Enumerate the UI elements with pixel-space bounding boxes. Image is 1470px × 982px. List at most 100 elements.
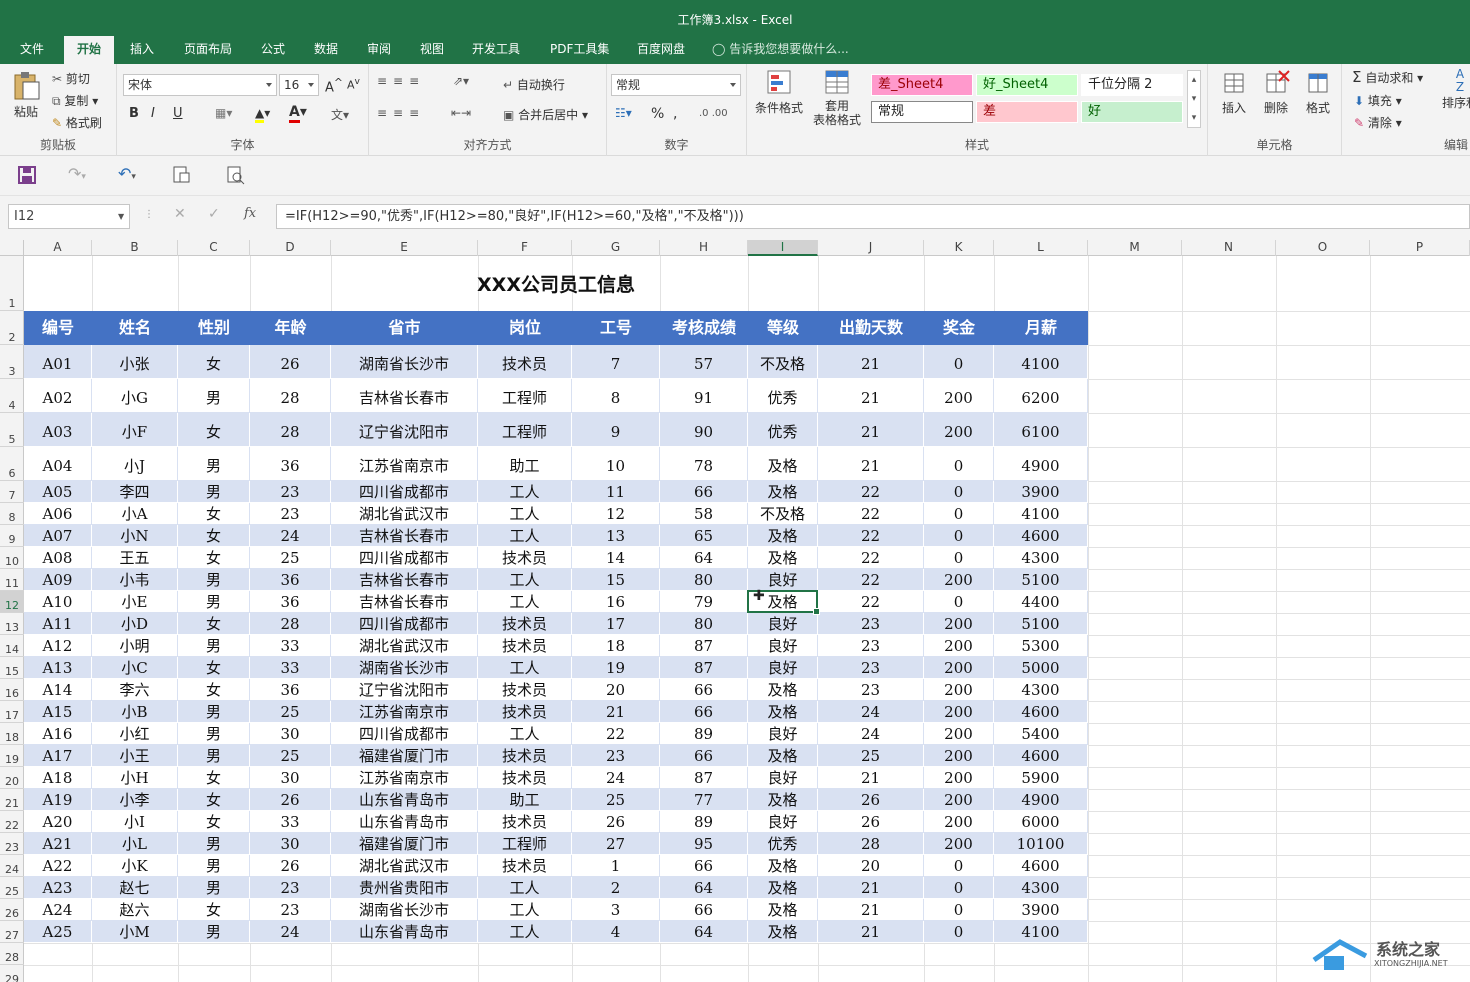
- table-cell[interactable]: A04: [24, 447, 92, 480]
- table-cell[interactable]: 33: [250, 635, 331, 656]
- table-cell[interactable]: 4600: [994, 701, 1088, 722]
- table-cell[interactable]: 5000: [994, 657, 1088, 678]
- horizontal-align-icons[interactable]: ≡≡≡: [377, 106, 425, 120]
- row-header-21[interactable]: 21: [0, 789, 24, 811]
- table-cell[interactable]: A17: [24, 745, 92, 766]
- row-header-9[interactable]: 9: [0, 525, 24, 547]
- confirm-edit-icon[interactable]: ✓: [208, 206, 220, 222]
- table-cell[interactable]: 优秀: [748, 833, 818, 854]
- row-header-20[interactable]: 20: [0, 767, 24, 789]
- table-cell[interactable]: 小李: [92, 789, 178, 810]
- table-cell[interactable]: 技术员: [478, 745, 572, 766]
- table-cell[interactable]: 23: [250, 481, 331, 502]
- table-cell[interactable]: 技术员: [478, 547, 572, 568]
- table-cell[interactable]: 4100: [994, 503, 1088, 524]
- row-header-23[interactable]: 23: [0, 833, 24, 855]
- table-cell[interactable]: 及格: [748, 921, 818, 942]
- table-cell[interactable]: 小I: [92, 811, 178, 832]
- table-cell[interactable]: A24: [24, 899, 92, 920]
- font-color-icon[interactable]: A▾: [289, 104, 307, 123]
- table-cell[interactable]: 200: [924, 767, 994, 788]
- table-cell[interactable]: 25: [250, 547, 331, 568]
- table-cell[interactable]: 64: [660, 921, 748, 942]
- table-cell[interactable]: 9: [572, 413, 660, 446]
- table-cell[interactable]: 66: [660, 701, 748, 722]
- table-cell[interactable]: 工程师: [478, 379, 572, 412]
- table-cell[interactable]: A12: [24, 635, 92, 656]
- table-cell[interactable]: 2: [572, 877, 660, 898]
- format-as-table-button[interactable]: 套用 表格格式: [807, 68, 867, 127]
- table-cell[interactable]: 200: [924, 635, 994, 656]
- row-header-17[interactable]: 17: [0, 701, 24, 723]
- table-cell[interactable]: 技术员: [478, 701, 572, 722]
- table-cell[interactable]: 女: [178, 345, 250, 378]
- style-normal[interactable]: 常规: [871, 101, 973, 123]
- table-cell[interactable]: 36: [250, 447, 331, 480]
- table-cell[interactable]: 22: [572, 723, 660, 744]
- table-cell[interactable]: 24: [818, 723, 924, 744]
- column-header-J[interactable]: J: [818, 240, 924, 256]
- table-cell[interactable]: 28: [250, 379, 331, 412]
- table-header-cell[interactable]: 省市: [331, 311, 478, 345]
- table-header-cell[interactable]: 等级: [748, 311, 818, 345]
- table-cell[interactable]: 36: [250, 569, 331, 590]
- column-header-L[interactable]: L: [994, 240, 1088, 256]
- table-cell[interactable]: 23: [250, 877, 331, 898]
- row-header-6[interactable]: 6: [0, 447, 24, 481]
- column-header-A[interactable]: A: [24, 240, 92, 256]
- table-cell[interactable]: 80: [660, 569, 748, 590]
- table-cell[interactable]: 33: [250, 657, 331, 678]
- table-cell[interactable]: 工人: [478, 657, 572, 678]
- table-cell[interactable]: 江苏省南京市: [331, 701, 478, 722]
- paste-button[interactable]: 粘贴: [8, 70, 44, 120]
- table-cell[interactable]: 男: [178, 877, 250, 898]
- table-cell[interactable]: 湖北省武汉市: [331, 635, 478, 656]
- vertical-align-icons[interactable]: ≡≡≡: [377, 74, 425, 88]
- table-cell[interactable]: 女: [178, 679, 250, 700]
- table-cell[interactable]: 66: [660, 481, 748, 502]
- table-cell[interactable]: 湖南省长沙市: [331, 657, 478, 678]
- table-cell[interactable]: 及格: [748, 525, 818, 546]
- font-size-select[interactable]: 16: [279, 74, 319, 96]
- tab-home[interactable]: 开始: [64, 36, 115, 64]
- table-cell[interactable]: 6100: [994, 413, 1088, 446]
- tab-file[interactable]: 文件: [16, 36, 48, 64]
- row-header-24[interactable]: 24: [0, 855, 24, 877]
- table-cell[interactable]: 0: [924, 591, 994, 612]
- table-cell[interactable]: 良好: [748, 767, 818, 788]
- table-cell[interactable]: 22: [818, 591, 924, 612]
- table-cell[interactable]: 23: [818, 679, 924, 700]
- row-header-10[interactable]: 10: [0, 547, 24, 569]
- table-cell[interactable]: 23: [250, 899, 331, 920]
- table-header-cell[interactable]: 性别: [178, 311, 250, 345]
- table-cell[interactable]: 及格: [748, 701, 818, 722]
- table-cell[interactable]: 4: [572, 921, 660, 942]
- table-cell[interactable]: 20: [818, 855, 924, 876]
- table-cell[interactable]: 技术员: [478, 345, 572, 378]
- table-cell[interactable]: 77: [660, 789, 748, 810]
- table-cell[interactable]: 12: [572, 503, 660, 524]
- copy-button[interactable]: ⧉ 复制 ▾: [52, 92, 98, 109]
- table-cell[interactable]: 小N: [92, 525, 178, 546]
- table-cell[interactable]: 女: [178, 503, 250, 524]
- table-cell[interactable]: 25: [818, 745, 924, 766]
- table-cell[interactable]: 小B: [92, 701, 178, 722]
- table-cell[interactable]: 18: [572, 635, 660, 656]
- table-cell[interactable]: 赵七: [92, 877, 178, 898]
- table-cell[interactable]: 24: [250, 921, 331, 942]
- table-cell[interactable]: 工人: [478, 921, 572, 942]
- table-cell[interactable]: 3900: [994, 481, 1088, 502]
- table-cell[interactable]: 工人: [478, 569, 572, 590]
- table-cell[interactable]: 87: [660, 657, 748, 678]
- table-cell[interactable]: 24: [572, 767, 660, 788]
- table-cell[interactable]: 工人: [478, 503, 572, 524]
- table-cell[interactable]: 技术员: [478, 767, 572, 788]
- table-cell[interactable]: 25: [572, 789, 660, 810]
- table-cell[interactable]: 不及格: [748, 345, 818, 378]
- table-cell[interactable]: 0: [924, 855, 994, 876]
- style-bad-sheet4[interactable]: 差_Sheet4: [871, 74, 973, 96]
- table-cell[interactable]: 女: [178, 547, 250, 568]
- table-cell[interactable]: 男: [178, 723, 250, 744]
- table-cell[interactable]: 助工: [478, 789, 572, 810]
- table-cell[interactable]: 男: [178, 635, 250, 656]
